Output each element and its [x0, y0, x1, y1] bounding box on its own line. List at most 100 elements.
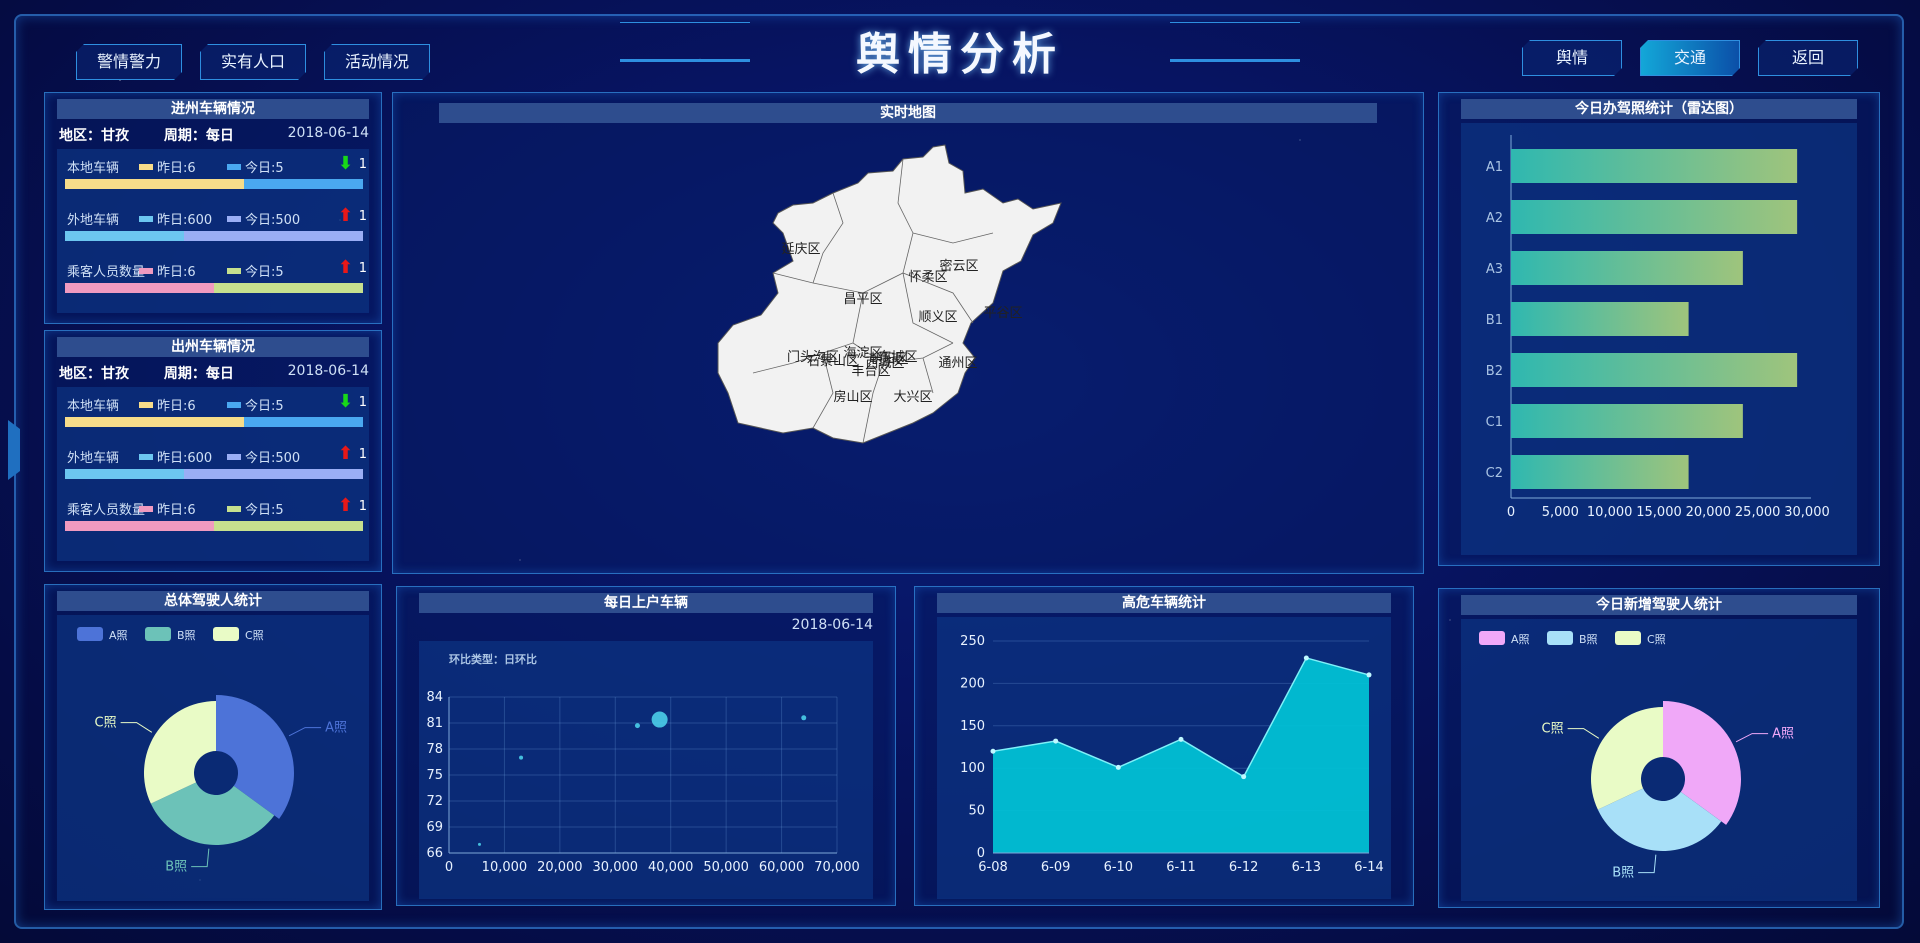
- legend-yesterday: 昨日:6: [139, 157, 196, 176]
- data-point[interactable]: [1115, 764, 1121, 770]
- x-tick-label: 30,000: [1784, 505, 1830, 520]
- x-tick-label: 10,000: [1587, 505, 1633, 520]
- nav-activities[interactable]: 活动情况: [324, 44, 430, 80]
- map-district-label[interactable]: 昌平区: [843, 292, 882, 307]
- arrow-up-icon: ⬆: [337, 257, 353, 278]
- today-value: 今日:5: [245, 399, 284, 414]
- period-label: 周期：每日: [163, 366, 234, 382]
- swatch: [139, 267, 153, 274]
- swatch: [139, 401, 153, 408]
- data-point[interactable]: [1178, 736, 1184, 742]
- data-point[interactable]: [1241, 774, 1247, 780]
- license-stats-panel: 今日办驾照统计（雷达图） A1 A2 A3 B1 B2 C1 C2 0 5,000 10,000 1…: [1438, 92, 1880, 566]
- total-drivers-donut: A照 B照 C照 A照 B照 C照: [77, 627, 347, 875]
- map-district-label[interactable]: 大兴区: [893, 390, 932, 405]
- legend-label[interactable]: C照: [1647, 633, 1666, 646]
- data-point[interactable]: [1366, 672, 1372, 678]
- data-point[interactable]: [1303, 655, 1309, 661]
- data-point[interactable]: [1053, 738, 1059, 744]
- region-label: 地区：甘孜: [59, 128, 129, 144]
- bar[interactable]: [1511, 455, 1689, 489]
- y-tick-label: 66: [426, 846, 443, 861]
- beijing-map[interactable]: 延庆区怀柔区密云区昌平区顺义区 平谷区门头沟区 海淀区石景山区 朝阳区 通州区丰台区东城…: [393, 93, 1423, 573]
- legend-swatch[interactable]: [1615, 631, 1641, 645]
- legend-swatch[interactable]: [1547, 631, 1573, 645]
- bar[interactable]: [1511, 149, 1798, 183]
- nav-public-opinion[interactable]: 舆情: [1522, 40, 1622, 76]
- scatter-point[interactable]: [801, 715, 807, 721]
- map-district-label[interactable]: 通州区: [938, 356, 977, 371]
- y-tick-label: 84: [426, 690, 443, 705]
- bar-yesterday: [65, 521, 214, 531]
- legend-swatch[interactable]: [1479, 631, 1505, 645]
- panel-title: 进州车辆情况: [57, 99, 369, 119]
- bar-yesterday: [65, 231, 185, 241]
- bar-yesterday: [65, 179, 244, 189]
- nav-population[interactable]: 实有人口: [200, 44, 306, 80]
- new-drivers-panel: 今日新增驾驶人统计 A照 B照 C照 A照 B照 C照: [1438, 588, 1880, 908]
- nav-traffic[interactable]: 交通: [1640, 40, 1740, 76]
- bar[interactable]: [1511, 404, 1743, 438]
- category-label: A2: [1486, 211, 1503, 226]
- data-point[interactable]: [990, 748, 996, 754]
- metrics-box: 本地车辆 昨日:6 今日:5 ⬇ 1 外地车辆 昨日:600 今日:500 ⬆ 1 乘客人员数量 昨日…: [57, 387, 369, 561]
- bar[interactable]: [1511, 302, 1689, 336]
- map-district-label[interactable]: 西城区: [865, 356, 904, 371]
- yesterday-value: 昨日:6: [157, 161, 196, 176]
- bar[interactable]: [1511, 353, 1798, 387]
- donut-slice[interactable]: [1591, 707, 1663, 810]
- title-decoration-left: [620, 22, 750, 62]
- title-decoration-right: [1170, 22, 1300, 62]
- arrow-up-icon: ⬆: [337, 495, 353, 516]
- swatch: [139, 505, 153, 512]
- legend-label[interactable]: B照: [177, 629, 196, 642]
- legend-label[interactable]: C照: [245, 629, 264, 642]
- category-label: C2: [1486, 466, 1503, 481]
- donut-slice[interactable]: [144, 701, 216, 804]
- x-tick-label: 0: [445, 860, 453, 875]
- bar-today: [214, 283, 363, 293]
- top-nav-left: 警情警力 实有人口 活动情况: [76, 44, 430, 80]
- x-tick-label: 30,000: [593, 860, 639, 875]
- area-fill: [993, 657, 1369, 853]
- bar[interactable]: [1511, 251, 1743, 285]
- scatter-point[interactable]: [519, 755, 524, 760]
- nav-back[interactable]: 返回: [1758, 40, 1858, 76]
- comparison-bar: [65, 179, 363, 189]
- category-label: B1: [1486, 313, 1503, 328]
- metric-label: 外地车辆: [67, 213, 120, 228]
- delta-value: 1: [358, 447, 367, 462]
- legend-label[interactable]: A照: [1511, 633, 1530, 646]
- legend-swatch[interactable]: [145, 627, 171, 641]
- map-district-label[interactable]: 密云区: [939, 258, 978, 274]
- map-district-label[interactable]: 房山区: [833, 389, 872, 405]
- legend-swatch[interactable]: [77, 627, 103, 641]
- scatter-point[interactable]: [477, 842, 481, 846]
- side-handle[interactable]: [8, 420, 20, 480]
- map-district-label[interactable]: 顺义区: [918, 310, 957, 325]
- y-tick-label: 78: [426, 742, 443, 757]
- swatch: [227, 215, 241, 222]
- map-district-label[interactable]: 平谷区: [983, 306, 1022, 321]
- swatch: [139, 163, 153, 170]
- scatter-point[interactable]: [651, 711, 668, 728]
- nav-police-force[interactable]: 警情警力: [76, 44, 182, 80]
- period-label: 周期：每日: [163, 128, 234, 144]
- map-district-label[interactable]: 延庆区: [781, 242, 820, 257]
- label-leader-line: [120, 722, 153, 733]
- swatch: [227, 505, 241, 512]
- metric-row: 本地车辆 昨日:6 今日:5 ⬇ 1: [57, 391, 369, 439]
- x-tick-label: 6-14: [1354, 860, 1384, 875]
- legend-label[interactable]: B照: [1579, 633, 1598, 646]
- scatter-point[interactable]: [634, 723, 640, 729]
- x-tick-label: 10,000: [482, 860, 528, 875]
- bar[interactable]: [1511, 200, 1798, 234]
- legend-swatch[interactable]: [213, 627, 239, 641]
- category-label: A3: [1486, 262, 1503, 277]
- swatch: [139, 215, 153, 222]
- legend-label[interactable]: A照: [109, 629, 128, 642]
- slice-label: B照: [165, 860, 187, 875]
- x-tick-label: 15,000: [1636, 505, 1682, 520]
- x-tick-label: 20,000: [537, 860, 583, 875]
- y-tick-label: 75: [426, 768, 443, 783]
